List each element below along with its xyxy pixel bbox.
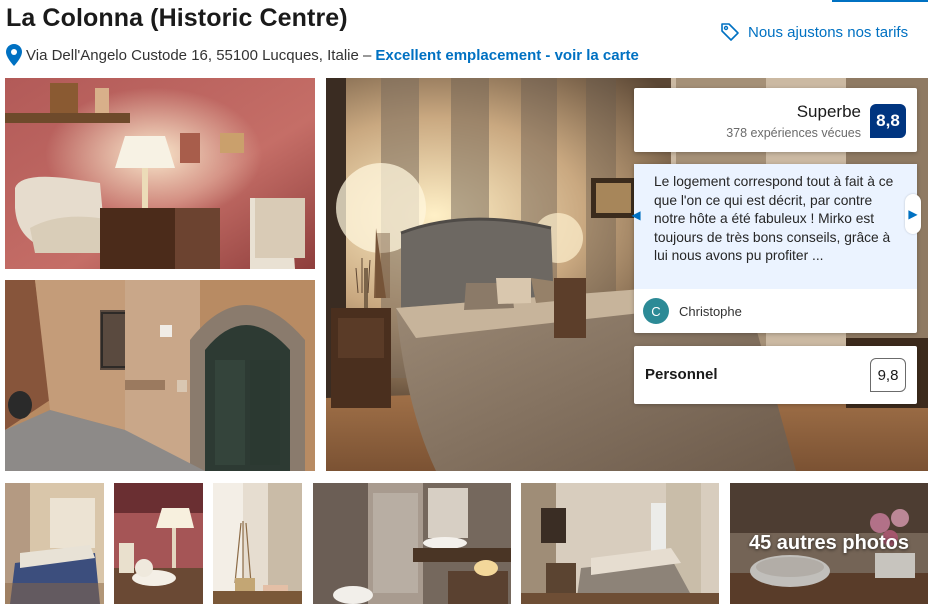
thumb-bedroom-2[interactable]	[521, 483, 719, 604]
property-title: La Colonna (Historic Centre)	[6, 4, 348, 32]
category-score-label: Personnel	[645, 366, 718, 383]
more-photos-label[interactable]: 45 autres photos	[730, 483, 928, 604]
thumb-more-photos[interactable]: 45 autres photos	[730, 483, 928, 604]
thumb-bedroom-blue[interactable]	[5, 483, 104, 604]
map-link[interactable]: Excellent emplacement - voir la carte	[375, 47, 638, 64]
reviewer-info: C Christophe	[643, 298, 742, 324]
review-score-card[interactable]: Superbe 378 expériences vécues 8,8	[634, 88, 917, 152]
featured-review-card: ◀ Le logement correspond tout à fait à c…	[631, 164, 921, 333]
map-pin-icon	[6, 44, 22, 66]
photo-street-entrance[interactable]	[5, 280, 315, 471]
review-quote-box: ◀ Le logement correspond tout à fait à c…	[631, 164, 921, 289]
thumb-diffuser[interactable]	[213, 483, 302, 604]
review-quote-text: Le logement correspond tout à fait à ce …	[654, 174, 894, 263]
review-score-label: Superbe	[796, 102, 861, 121]
price-tag-icon	[721, 23, 739, 41]
chevron-left-icon[interactable]: ◀	[630, 202, 642, 228]
address-text: Via Dell'Angelo Custode 16, 55100 Lucque…	[26, 46, 372, 64]
chevron-right-icon[interactable]: ▶	[905, 194, 921, 234]
avatar: C	[643, 298, 669, 324]
price-match-link[interactable]: Nous ajustons nos tarifs	[720, 22, 908, 42]
thumb-tea-lamp[interactable]	[114, 483, 203, 604]
address-line: Via Dell'Angelo Custode 16, 55100 Lucque…	[6, 44, 639, 66]
header-accent-line	[832, 0, 928, 2]
category-score-value: 9,8	[870, 358, 906, 392]
category-score-card[interactable]: Personnel 9,8	[634, 346, 917, 404]
review-count: 378 expériences vécues	[726, 126, 861, 140]
price-match-label: Nous ajustons nos tarifs	[748, 23, 909, 41]
thumb-bathroom[interactable]	[313, 483, 511, 604]
photo-room-sink[interactable]	[5, 78, 315, 269]
review-score-badge: 8,8	[870, 104, 906, 138]
reviewer-name: Christophe	[679, 303, 742, 319]
